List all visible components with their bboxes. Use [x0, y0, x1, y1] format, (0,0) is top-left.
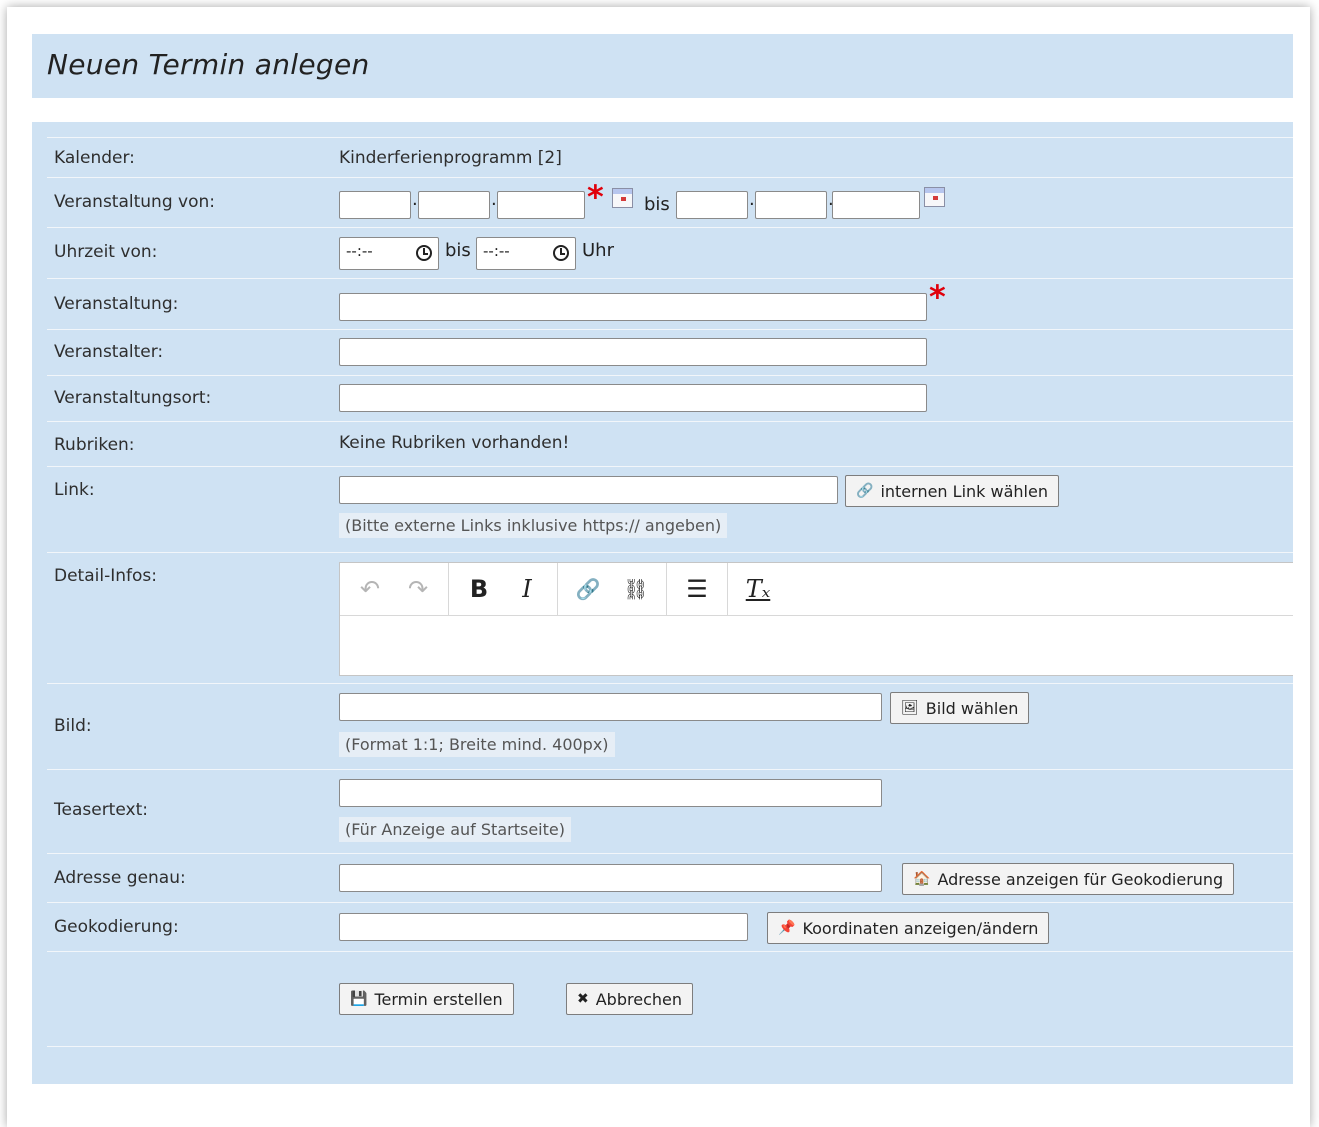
show-address-button[interactable]: 🏠 Adresse anzeigen für Geokodierung — [902, 863, 1235, 895]
label-kalender: Kalender: — [54, 148, 135, 168]
end-time-input[interactable]: --:-- — [476, 237, 576, 270]
create-appointment-button-label: Termin erstellen — [374, 989, 503, 1009]
label-bild: Bild: — [54, 716, 92, 736]
label-veranstaltungsort: Veranstaltungsort: — [54, 388, 212, 408]
pin-icon: 📌 — [778, 920, 796, 936]
end-day-input[interactable] — [676, 191, 748, 219]
row-veranstalter: Veranstalter: — [47, 329, 1293, 376]
bulleted-list-icon[interactable]: ☰ — [673, 575, 721, 603]
end-year-input[interactable] — [832, 191, 920, 219]
row-adresse: Adresse genau: 🏠 Adresse anzeigen für Ge… — [47, 853, 1293, 903]
toolbar-group-history: ↶ ↷ — [340, 563, 449, 615]
show-coordinates-button[interactable]: 📌 Koordinaten anzeigen/ändern — [767, 912, 1050, 944]
label-uhrzeit: Uhrzeit von: — [54, 242, 158, 262]
show-coordinates-button-label: Koordinaten anzeigen/ändern — [802, 918, 1039, 938]
start-time-value: --:-- — [346, 242, 373, 260]
required-star: * — [587, 178, 604, 216]
row-footer-spacer — [47, 1046, 1293, 1084]
label-link: Link: — [54, 480, 95, 500]
row-link: Link: 🔗 internen Link wählen (Bitte exte… — [47, 466, 1293, 553]
required-star: * — [929, 278, 946, 316]
teasertext-hint: (Für Anzeige auf Startseite) — [339, 817, 571, 842]
value-rubriken: Keine Rubriken vorhanden! — [339, 433, 570, 453]
start-year-input[interactable] — [497, 191, 585, 219]
image-icon: 🖼 — [901, 700, 919, 716]
label-adresse: Adresse genau: — [54, 868, 186, 888]
date-separator: . — [491, 189, 497, 210]
end-time-value: --:-- — [483, 242, 510, 260]
internal-link-button-label: internen Link wählen — [880, 481, 1048, 501]
row-uhrzeit: Uhrzeit von: --:-- bis --:-- Uhr — [47, 227, 1293, 279]
label-veranstalter: Veranstalter: — [54, 342, 164, 362]
redo-icon[interactable]: ↷ — [394, 575, 442, 603]
row-teasertext: Teasertext: (Für Anzeige auf Startseite) — [47, 769, 1293, 854]
label-veranstaltung: Veranstaltung: — [54, 294, 179, 314]
row-actions: 💾 Termin erstellen ✖ Abbrechen — [47, 951, 1293, 1047]
save-icon: 💾 — [350, 991, 368, 1007]
label-detail-infos: Detail-Infos: — [54, 566, 157, 586]
show-address-button-label: Adresse anzeigen für Geokodierung — [937, 869, 1224, 889]
link-icon: 🔗 — [856, 483, 874, 499]
row-kalender: Kalender: Kinderferienprogramm [2] — [47, 137, 1293, 178]
editor-toolbar: ↶ ↷ B I 🔗 ⛓ ☰ Tₓ — [340, 563, 1293, 616]
row-geokodierung: Geokodierung: 📌 Koordinaten anzeigen/änd… — [47, 902, 1293, 952]
label-teasertext: Teasertext: — [54, 800, 148, 820]
clear-format-icon[interactable]: Tₓ — [734, 575, 782, 603]
cancel-button-label: Abbrechen — [595, 989, 682, 1009]
label-geokodierung: Geokodierung: — [54, 917, 179, 937]
link-hint: (Bitte externe Links inklusive https:// … — [339, 513, 728, 538]
choose-image-button-label: Bild wählen — [925, 698, 1019, 718]
time-bis-label: bis — [445, 240, 471, 261]
start-calendar-icon[interactable] — [612, 188, 633, 208]
close-icon: ✖ — [577, 991, 589, 1007]
link-input[interactable] — [339, 476, 838, 504]
geokodierung-input[interactable] — [339, 913, 748, 941]
link-icon[interactable]: 🔗 — [564, 577, 612, 601]
bild-hint: (Format 1:1; Breite mind. 400px) — [339, 732, 615, 757]
adresse-input[interactable] — [339, 864, 882, 892]
row-veranstaltung: Veranstaltung: * — [47, 278, 1293, 330]
row-veranstaltung-von: Veranstaltung von: . . * bis . . — [47, 177, 1293, 228]
form-panel: Kalender: Kinderferienprogramm [2] Veran… — [32, 122, 1293, 1084]
label-rubriken: Rubriken: — [54, 435, 135, 455]
rich-text-editor[interactable]: ↶ ↷ B I 🔗 ⛓ ☰ Tₓ — [339, 562, 1293, 676]
uhr-label: Uhr — [582, 240, 614, 261]
unlink-icon[interactable]: ⛓ — [612, 577, 660, 601]
start-month-input[interactable] — [418, 191, 490, 219]
value-kalender: Kinderferienprogramm [2] — [339, 148, 562, 168]
veranstaltung-input[interactable] — [339, 293, 927, 321]
toolbar-group-format: B I — [449, 563, 558, 615]
page-title: Neuen Termin anlegen — [47, 48, 370, 81]
italic-icon[interactable]: I — [503, 575, 551, 603]
internal-link-button[interactable]: 🔗 internen Link wählen — [845, 475, 1059, 507]
title-bar: Neuen Termin anlegen — [32, 34, 1293, 98]
clock-icon — [553, 245, 569, 261]
end-month-input[interactable] — [755, 191, 827, 219]
veranstaltungsort-input[interactable] — [339, 384, 927, 412]
date-separator: . — [412, 189, 418, 210]
choose-image-button[interactable]: 🖼 Bild wählen — [890, 692, 1030, 724]
teasertext-input[interactable] — [339, 779, 882, 807]
clock-icon — [416, 245, 432, 261]
row-rubriken: Rubriken: Keine Rubriken vorhanden! — [47, 421, 1293, 467]
date-separator: . — [749, 189, 755, 210]
toolbar-group-list: ☰ — [667, 563, 728, 615]
home-icon: 🏠 — [913, 871, 931, 887]
row-bild: Bild: 🖼 Bild wählen (Format 1:1; Breite … — [47, 683, 1293, 770]
bold-icon[interactable]: B — [455, 575, 503, 603]
bis-label: bis — [644, 194, 670, 215]
start-time-input[interactable]: --:-- — [339, 237, 439, 270]
toolbar-group-clear: Tₓ — [728, 563, 788, 615]
toolbar-group-link: 🔗 ⛓ — [558, 563, 667, 615]
label-veranstaltung-von: Veranstaltung von: — [54, 192, 215, 212]
create-appointment-button[interactable]: 💾 Termin erstellen — [339, 983, 514, 1015]
row-veranstaltungsort: Veranstaltungsort: — [47, 375, 1293, 422]
cancel-button[interactable]: ✖ Abbrechen — [566, 983, 693, 1015]
veranstalter-input[interactable] — [339, 338, 927, 366]
undo-icon[interactable]: ↶ — [346, 575, 394, 603]
row-detail-infos: Detail-Infos: ↶ ↷ B I 🔗 ⛓ ☰ Tₓ — [47, 552, 1293, 684]
end-calendar-icon[interactable] — [924, 187, 945, 207]
start-day-input[interactable] — [339, 191, 411, 219]
bild-input[interactable] — [339, 693, 882, 721]
